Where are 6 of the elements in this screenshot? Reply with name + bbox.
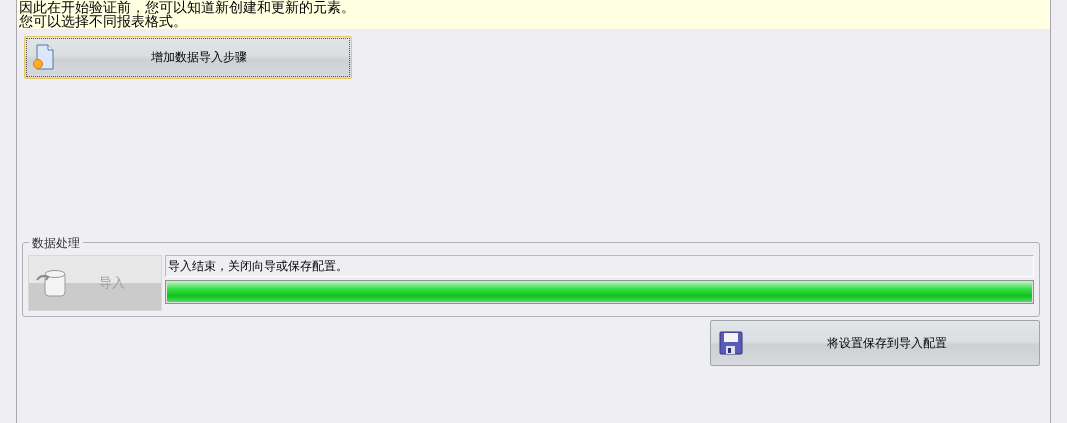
info-text: 因此在开始验证前，您可以知道新创建和更新的元素。 xyxy=(19,0,356,14)
save-settings-button[interactable]: 将设置保存到导入配置 xyxy=(710,319,1040,366)
info-text: 您可以选择不同报表格式。 xyxy=(19,14,187,28)
add-import-step-button[interactable]: 增加数据导入步骤 xyxy=(23,35,352,79)
status-text: 导入结束，关闭向导或保存配置。 xyxy=(165,254,1034,277)
new-document-icon xyxy=(32,44,55,70)
